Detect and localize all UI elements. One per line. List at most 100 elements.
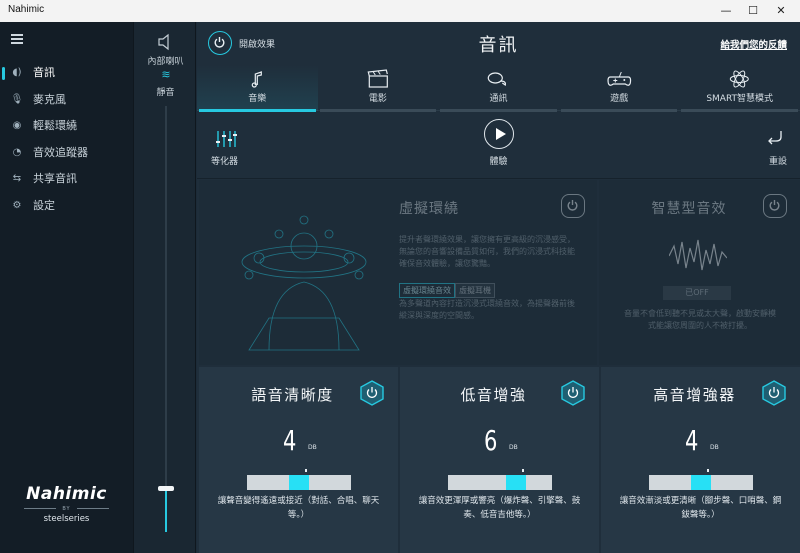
smart-volume-description: 音量不會低到聽不見或太大聲，啟動安靜模式能讓您周圍的人不被打擾。 bbox=[624, 309, 776, 330]
power-icon bbox=[769, 200, 780, 211]
volume-slider-track[interactable] bbox=[165, 106, 167, 532]
speaker-icon[interactable] bbox=[156, 32, 176, 52]
volume-panel: 內部喇叭 ≋ 靜音 bbox=[133, 22, 196, 553]
sidebar-item-settings[interactable]: ⚙ 設定 bbox=[0, 193, 133, 220]
chat-icon bbox=[487, 72, 507, 86]
tab-label: 通訊 bbox=[489, 94, 508, 104]
card-description: 讓音效更渾厚或響亮（爆炸聲、引擎聲、鼓奏、低音吉他等。） bbox=[418, 496, 581, 520]
surround-mode-description: 為多聲道內容打造沉浸式環繞音效，為揚聲器前後縱深與深度的空間感。 bbox=[399, 299, 575, 320]
tab-game[interactable]: 遊戲 bbox=[559, 65, 680, 112]
tab-communication[interactable]: 通訊 bbox=[438, 65, 559, 112]
feedback-link[interactable]: 給我們您的反饋 bbox=[720, 37, 787, 51]
sidebar-item-label: 音訊 bbox=[33, 66, 55, 79]
surround-illustration bbox=[241, 215, 367, 351]
tab-label: 音樂 bbox=[248, 94, 267, 104]
voice-clarity-slider[interactable] bbox=[247, 469, 351, 490]
waveform-icon bbox=[669, 239, 727, 271]
slider-fill bbox=[691, 475, 711, 490]
output-device-label: 內部喇叭 bbox=[147, 57, 184, 67]
title-bar: Nahimic — ☐ ✕ bbox=[0, 0, 800, 22]
smart-volume-panel: 智慧型音效 已OFF 音量不會低到聽不見或太大聲，啟動安靜模式能讓您周圍的人不被… bbox=[599, 180, 800, 365]
volume-slider-thumb[interactable] bbox=[158, 486, 174, 492]
slider-thumb[interactable] bbox=[707, 469, 709, 472]
volume-slider-fill bbox=[165, 489, 167, 532]
reset-icon[interactable] bbox=[766, 128, 784, 146]
bass-boost-slider[interactable] bbox=[448, 469, 552, 490]
maximize-button[interactable]: ☐ bbox=[739, 0, 767, 22]
header: 開啟效果 音訊 給我們您的反饋 bbox=[197, 22, 800, 65]
window-title: Nahimic bbox=[8, 4, 45, 15]
hamburger-menu-icon[interactable] bbox=[11, 34, 23, 44]
sidebar-item-label: 共享音訊 bbox=[33, 172, 77, 185]
toolbar: 等化器 體驗 重設 bbox=[197, 112, 800, 179]
logo-by: BY bbox=[0, 506, 133, 512]
mute-label: 靜音 bbox=[156, 88, 175, 98]
sidebar-item-label: 設定 bbox=[33, 198, 55, 212]
tracker-icon: ◔ bbox=[12, 146, 22, 158]
smart-volume-mode-toggle[interactable]: 已OFF bbox=[663, 286, 731, 300]
nahimic-logo: Nahimic bbox=[26, 484, 107, 504]
card-description: 讓聲音變得遙遠或接近（對話、合唱、聊天等。） bbox=[217, 496, 380, 520]
voice-clarity-power-button[interactable] bbox=[360, 380, 384, 406]
tab-label: 電影 bbox=[368, 94, 387, 104]
card-unit: DB bbox=[710, 444, 719, 451]
close-button[interactable]: ✕ bbox=[767, 0, 795, 22]
smart-volume-power-button[interactable] bbox=[763, 194, 787, 218]
tab-movie[interactable]: 電影 bbox=[318, 65, 439, 112]
virtual-surround-description: 提升者聲環繞效果，讓您擁有更高級的沉浸感受，無論您的音響設備品質如何，我們的沉浸… bbox=[399, 235, 575, 268]
card-unit: DB bbox=[308, 444, 317, 451]
virtual-surround-title: 虛擬環繞 bbox=[399, 201, 459, 217]
bass-boost-power-button[interactable] bbox=[561, 380, 585, 406]
treble-enhancer-card: 高音增強器 4 DB 讓音效漸淡或更清晰（腳步聲、口哨聲、鋼鈸聲等。） bbox=[601, 367, 800, 553]
surround-icon: ◉ bbox=[12, 120, 22, 131]
card-value: 6 bbox=[484, 424, 498, 457]
sidebar-item-label: 輕鬆環繞 bbox=[33, 119, 77, 132]
power-icon bbox=[567, 200, 578, 211]
sidebar-item-microphone[interactable]: 🎙︎ 麥克風 bbox=[0, 87, 133, 114]
sidebar-item-label: 音效追蹤器 bbox=[33, 145, 88, 159]
minimize-button[interactable]: — bbox=[712, 0, 740, 22]
reset-label: 重設 bbox=[768, 157, 787, 167]
page-title: 音訊 bbox=[478, 35, 519, 56]
sidebar: ◖) 音訊 🎙︎ 麥克風 ◉ 輕鬆環繞 ◔ 音效追蹤器 ⇆ 共享音訊 ⚙ 設定 … bbox=[0, 22, 133, 553]
surround-mode-tabs: 虛擬環繞音效 虛擬耳機 bbox=[399, 278, 495, 298]
music-note-icon bbox=[251, 71, 262, 88]
treble-enhancer-power-button[interactable] bbox=[762, 380, 786, 406]
sidebar-item-tracker[interactable]: ◔ 音效追蹤器 bbox=[0, 140, 133, 167]
tab-music[interactable]: 音樂 bbox=[197, 65, 318, 112]
share-icon: ⇆ bbox=[12, 173, 22, 184]
sidebar-item-audio[interactable]: ◖) 音訊 bbox=[0, 60, 133, 87]
brand-logo: Nahimic BY steelseries bbox=[0, 484, 133, 524]
gear-icon: ⚙ bbox=[12, 199, 22, 211]
tab-label: SMART智慧模式 bbox=[706, 94, 774, 104]
voice-clarity-card: 語音清晰度 4 DB 讓聲音變得遙遠或接近（對話、合唱、聊天等。） bbox=[199, 367, 398, 553]
main-content: 開啟效果 音訊 給我們您的反饋 音樂 電影 通訊 遊戲 SMART智慧模式 等化… bbox=[197, 22, 800, 553]
play-demo-button[interactable] bbox=[484, 119, 514, 149]
tab-label: 遊戲 bbox=[610, 94, 629, 104]
slider-fill bbox=[289, 475, 309, 490]
card-value: 4 bbox=[283, 424, 297, 457]
mute-icon[interactable]: ≋ bbox=[157, 68, 175, 81]
tab-smart-mode[interactable]: SMART智慧模式 bbox=[679, 65, 800, 112]
tab-virtual-surround[interactable]: 虛擬環繞音效 bbox=[399, 283, 455, 298]
tab-virtual-headphones[interactable]: 虛擬耳機 bbox=[455, 283, 495, 298]
play-demo-label: 體驗 bbox=[489, 157, 508, 167]
sidebar-nav: ◖) 音訊 🎙︎ 麥克風 ◉ 輕鬆環繞 ◔ 音效追蹤器 ⇆ 共享音訊 ⚙ 設定 bbox=[0, 60, 133, 219]
smart-volume-title: 智慧型音效 bbox=[651, 201, 727, 217]
equalizer-icon[interactable] bbox=[215, 130, 237, 148]
treble-enhancer-slider[interactable] bbox=[649, 469, 753, 490]
clapperboard-icon bbox=[367, 69, 388, 88]
profile-tabs: 音樂 電影 通訊 遊戲 SMART智慧模式 bbox=[197, 65, 800, 112]
bass-boost-card: 低音增強 6 DB 讓音效更渾厚或響亮（爆炸聲、引擎聲、鼓奏、低音吉他等。） bbox=[400, 367, 599, 553]
slider-fill bbox=[505, 475, 526, 490]
slider-thumb[interactable] bbox=[305, 469, 307, 472]
sidebar-item-surround[interactable]: ◉ 輕鬆環繞 bbox=[0, 113, 133, 140]
slider-thumb[interactable] bbox=[521, 469, 524, 472]
virtual-surround-panel: 虛擬環繞 提升者聲環繞效果，讓您擁有更高級的沉浸感受，無論您的音響設備品質如何，… bbox=[199, 180, 597, 365]
microphone-icon: 🎙︎ bbox=[10, 93, 24, 105]
virtual-surround-power-button[interactable] bbox=[561, 194, 585, 218]
card-value: 4 bbox=[685, 424, 699, 457]
atom-icon bbox=[730, 70, 750, 88]
sidebar-item-label: 麥克風 bbox=[33, 92, 66, 106]
sidebar-item-share-audio[interactable]: ⇆ 共享音訊 bbox=[0, 166, 133, 193]
